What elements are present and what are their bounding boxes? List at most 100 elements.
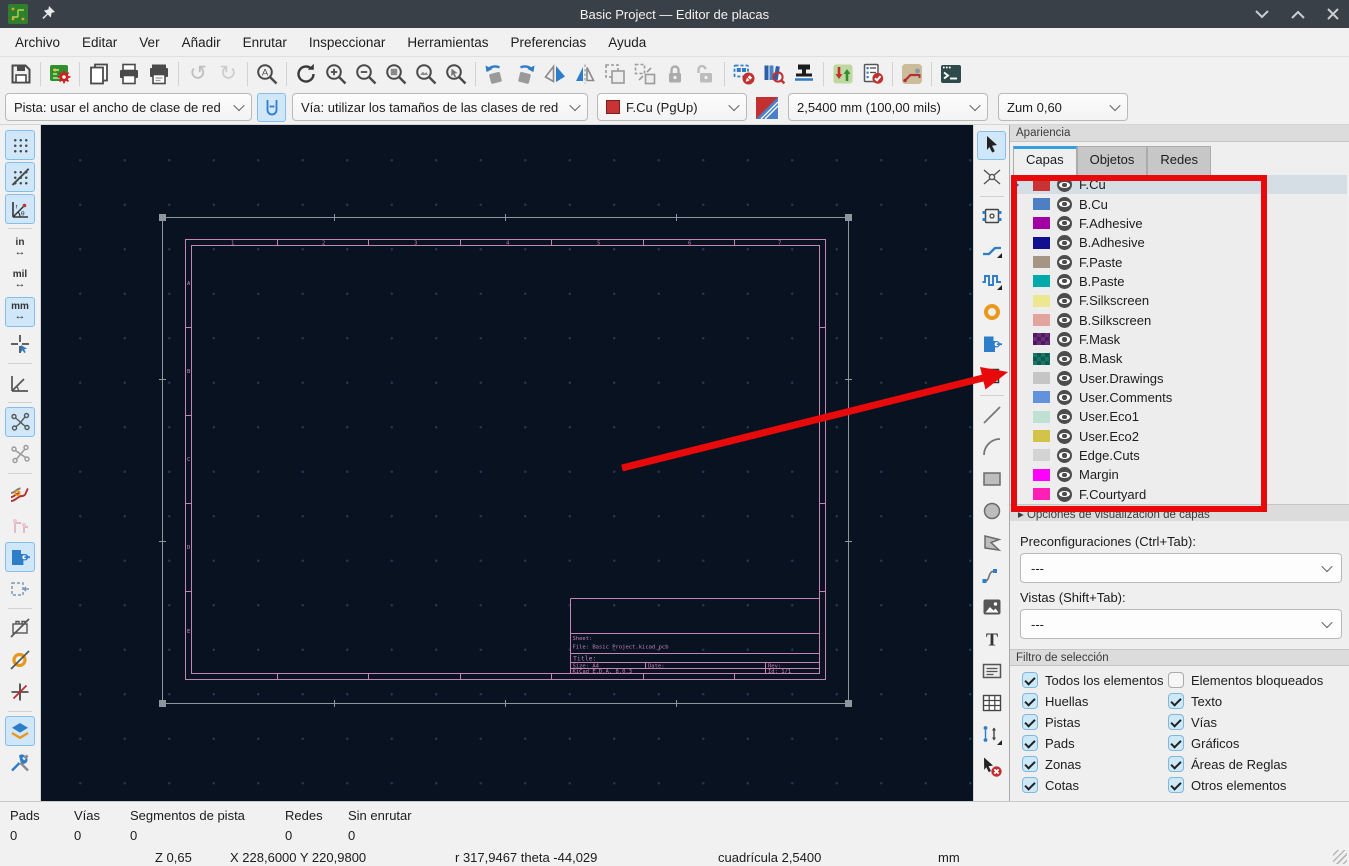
page-settings-button[interactable]	[84, 60, 114, 88]
footprint-browser-button[interactable]	[759, 60, 789, 88]
zoom-fit-page-button[interactable]	[381, 60, 411, 88]
layer-color-swatch[interactable]	[1033, 391, 1050, 403]
views-combo[interactable]: ---	[1020, 609, 1342, 639]
layer-row-fpaste[interactable]: F.Paste	[1013, 252, 1347, 271]
filter-texto[interactable]: Texto	[1168, 693, 1344, 710]
delete-tool-button[interactable]	[977, 753, 1006, 782]
rotate-cw-button[interactable]	[510, 60, 540, 88]
layer-color-swatch[interactable]	[1033, 256, 1050, 268]
layer-row-badhesive[interactable]: B.Adhesive	[1013, 233, 1347, 252]
minimize-button[interactable]	[1255, 10, 1269, 19]
filter-vias[interactable]: Vías	[1168, 714, 1344, 731]
properties-panel-button[interactable]	[5, 748, 35, 778]
zone-display-filled-button[interactable]	[5, 542, 35, 572]
checkbox[interactable]	[1022, 735, 1038, 751]
layer-row-fadhesive[interactable]: F.Adhesive	[1013, 214, 1347, 233]
visibility-eye-icon[interactable]	[1057, 371, 1072, 386]
ratsnest-curved-button[interactable]	[5, 407, 35, 437]
layer-row-fsilkscreen[interactable]: F.Silkscreen	[1013, 291, 1347, 310]
layer-row-fcourtyard[interactable]: F.Courtyard	[1013, 485, 1347, 504]
add-rectangle-button[interactable]	[977, 465, 1006, 494]
toggle-ratsnest-visibility-button[interactable]	[5, 510, 35, 540]
units-mils-button[interactable]: mil↔	[5, 265, 35, 295]
layer-color-swatch[interactable]	[1033, 469, 1050, 481]
scripting-console-button[interactable]	[936, 60, 966, 88]
via-size-combo[interactable]: Vía: utilizar los tamaños de las clases …	[292, 93, 588, 121]
refresh-view-button[interactable]	[291, 60, 321, 88]
track-width-combo[interactable]: Pista: usar el ancho de clase de red	[5, 93, 252, 121]
add-text-button[interactable]: T	[977, 625, 1006, 654]
units-mm-button[interactable]: mm↔	[5, 297, 35, 327]
zoom-selection-button[interactable]	[441, 60, 471, 88]
tab-capas[interactable]: Capas	[1013, 146, 1077, 175]
hide-pads-button[interactable]	[5, 645, 35, 675]
plot-button[interactable]	[144, 60, 174, 88]
cursor-shape-button[interactable]	[5, 329, 35, 359]
layer-color-swatch[interactable]	[1033, 333, 1050, 345]
visibility-eye-icon[interactable]	[1057, 487, 1072, 502]
update-pcb-from-schematic-button[interactable]	[828, 60, 858, 88]
menu-archivo[interactable]: Archivo	[4, 30, 71, 55]
hide-crosshair-button[interactable]	[5, 677, 35, 707]
visibility-eye-icon[interactable]	[1057, 467, 1072, 482]
mirror-button[interactable]	[570, 60, 600, 88]
layer-color-swatch[interactable]	[1033, 237, 1050, 249]
add-arc-button[interactable]	[977, 433, 1006, 462]
menu-herramientas[interactable]: Herramientas	[396, 30, 499, 55]
filter-todos-los-elementos[interactable]: Todos los elementos	[1022, 672, 1168, 689]
units-inches-button[interactable]: in↔	[5, 233, 35, 263]
visibility-eye-icon[interactable]	[1057, 274, 1072, 289]
menu-enrutar[interactable]: Enrutar	[232, 30, 298, 55]
checkbox[interactable]	[1022, 714, 1038, 730]
board-setup-button[interactable]	[45, 60, 75, 88]
layer-color-swatch[interactable]	[1033, 295, 1050, 307]
checkbox[interactable]	[1168, 693, 1184, 709]
checkbox[interactable]	[1022, 756, 1038, 772]
layer-row-fmask[interactable]: F.Mask	[1013, 330, 1347, 349]
undo-button[interactable]: ↺	[183, 60, 213, 88]
interactive-router-button[interactable]	[897, 60, 927, 88]
maximize-button[interactable]	[1291, 10, 1305, 19]
visibility-eye-icon[interactable]	[1057, 409, 1072, 424]
tab-redes[interactable]: Redes	[1147, 146, 1211, 175]
add-via-button[interactable]	[977, 298, 1006, 327]
menu-inspeccionar[interactable]: Inspeccionar	[298, 30, 397, 55]
layer-display-options[interactable]: ▸ Opciones de visualización de capas	[1010, 504, 1349, 521]
filter-graficos[interactable]: Gráficos	[1168, 735, 1344, 752]
grid-combo[interactable]: 2,5400 mm (100,00 mils)	[788, 93, 988, 121]
active-layer-combo[interactable]: F.Cu (PgUp)	[597, 93, 747, 121]
visibility-eye-icon[interactable]	[1057, 216, 1072, 231]
menu-preferencias[interactable]: Preferencias	[499, 30, 597, 55]
drc-button[interactable]	[858, 60, 888, 88]
layer-row-usercomments[interactable]: User.Comments	[1013, 388, 1347, 407]
add-footprint-button[interactable]	[977, 202, 1006, 231]
visibility-eye-icon[interactable]	[1057, 429, 1072, 444]
visibility-eye-icon[interactable]	[1057, 313, 1072, 328]
layer-row-usereco1[interactable]: User.Eco1	[1013, 407, 1347, 426]
add-rule-area-button[interactable]	[977, 362, 1006, 391]
layer-row-bmask[interactable]: B.Mask	[1013, 349, 1347, 368]
layer-pair-button[interactable]	[752, 94, 782, 122]
filter-huellas[interactable]: Huellas	[1022, 693, 1168, 710]
visibility-eye-icon[interactable]	[1057, 390, 1072, 405]
checkbox[interactable]	[1022, 693, 1038, 709]
select-tool-button[interactable]	[977, 131, 1006, 160]
add-dimension-button[interactable]	[977, 721, 1006, 750]
close-button[interactable]	[1327, 8, 1339, 20]
flip-horizontal-button[interactable]	[540, 60, 570, 88]
add-table-button[interactable]	[977, 689, 1006, 718]
add-textbox-button[interactable]	[977, 657, 1006, 686]
add-circle-button[interactable]	[977, 497, 1006, 526]
polar-coordinates-button[interactable]: rθ	[5, 194, 35, 224]
layer-row-bpaste[interactable]: B.Paste	[1013, 272, 1347, 291]
checkbox[interactable]	[1168, 672, 1184, 688]
layer-row-bsilkscreen[interactable]: B.Silkscreen	[1013, 310, 1347, 329]
visibility-eye-icon[interactable]	[1057, 177, 1072, 192]
filter-cotas[interactable]: Cotas	[1022, 777, 1168, 794]
place-footprint-button[interactable]	[789, 60, 819, 88]
filter-areas-de-reglas[interactable]: Áreas de Reglas	[1168, 756, 1344, 773]
visibility-eye-icon[interactable]	[1057, 448, 1072, 463]
toggle-grid-button[interactable]	[5, 130, 35, 160]
local-ratsnest-button[interactable]	[977, 163, 1006, 192]
zoom-combo[interactable]: Zum 0,60	[998, 93, 1128, 121]
